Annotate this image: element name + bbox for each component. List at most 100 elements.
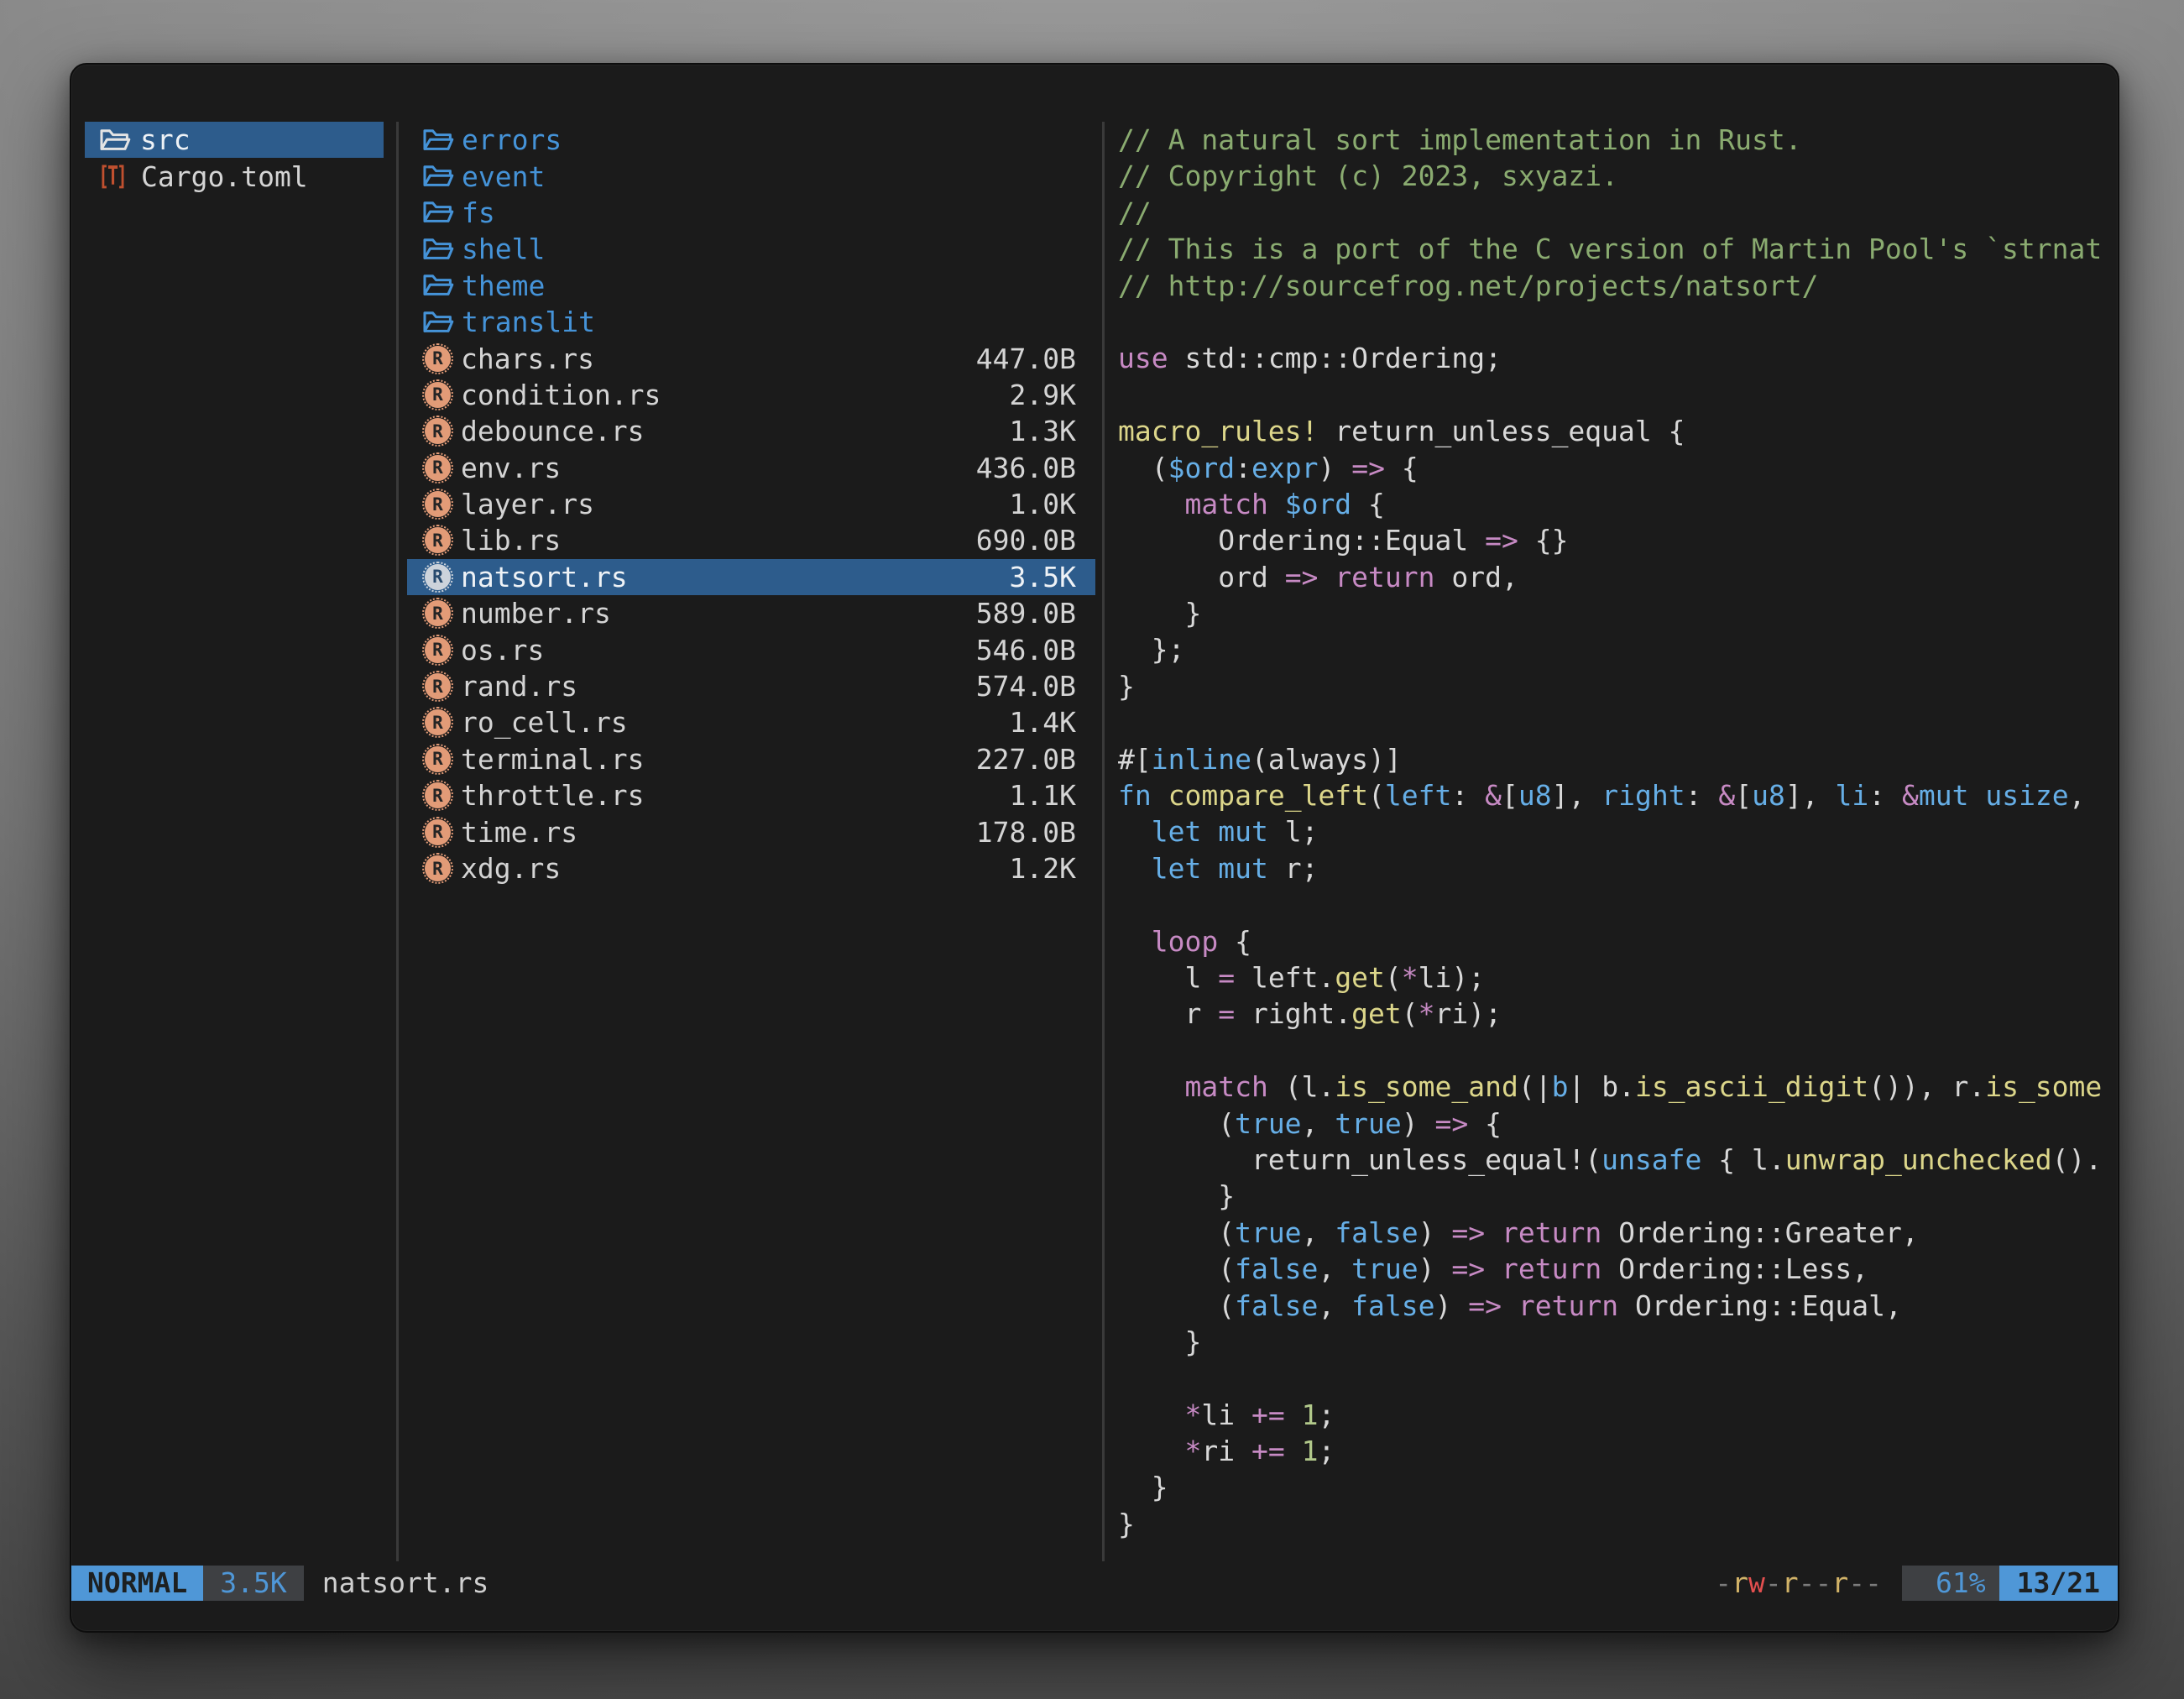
folder-open-icon [421, 163, 455, 190]
code-line: // A natural sort implementation in Rust… [1118, 122, 2177, 158]
code-line: let mut l; [1118, 813, 2177, 850]
file-size: 1.1K [1010, 779, 1076, 812]
permissions: -rw-r--r-- [1715, 1566, 1882, 1601]
file-row-throttle.rs[interactable]: Rthrottle.rs 1.1K [407, 777, 1095, 813]
pane-separator-2 [1102, 122, 1105, 1561]
rust-file-icon: R [425, 782, 451, 808]
toml-file-icon: [T] [98, 161, 123, 191]
item-label: shell [462, 233, 545, 265]
code-line: match $ord { [1118, 486, 2177, 522]
rust-file-icon: R [425, 491, 451, 517]
code-line [1118, 886, 2177, 923]
file-row-terminal.rs[interactable]: Rterminal.rs227.0B [407, 741, 1095, 777]
code-line [1118, 704, 2177, 740]
percent-badge: 61% [1902, 1566, 1999, 1601]
rust-file-icon: R [425, 600, 451, 626]
code-line: } [1118, 668, 2177, 704]
rust-file-icon: R [425, 346, 451, 372]
file-size: 3.5K [1010, 561, 1076, 593]
code-line: l = left.get(*li); [1118, 959, 2177, 996]
dir-row-shell[interactable]: shell [407, 231, 1095, 267]
item-label: theme [462, 269, 545, 302]
dir-row-theme[interactable]: theme [407, 268, 1095, 304]
dir-row-errors[interactable]: errors [407, 122, 1095, 158]
item-label: Cargo.toml [141, 160, 308, 193]
file-row-rand.rs[interactable]: Rrand.rs574.0B [407, 668, 1095, 704]
mode-badge: NORMAL [71, 1566, 203, 1601]
parent-item-src[interactable]: src [85, 122, 384, 158]
file-size: 178.0B [976, 816, 1076, 849]
item-label: xdg.rs [461, 852, 561, 885]
item-label: layer.rs [461, 488, 594, 520]
file-row-number.rs[interactable]: Rnumber.rs589.0B [407, 595, 1095, 631]
file-size: 1.0K [1010, 488, 1076, 520]
file-row-os.rs[interactable]: Ros.rs546.0B [407, 631, 1095, 667]
code-line: // [1118, 195, 2177, 231]
file-row-lib.rs[interactable]: Rlib.rs690.0B [407, 522, 1095, 558]
statusbar-spacer [489, 1566, 1715, 1601]
rust-file-icon: R [425, 819, 451, 845]
code-line: let mut r; [1118, 850, 2177, 886]
size-badge: 3.5K [203, 1566, 303, 1601]
item-label: fs [462, 196, 495, 229]
item-label: src [140, 123, 191, 156]
item-label: condition.rs [461, 379, 661, 411]
item-label: rand.rs [461, 670, 577, 703]
folder-open-icon [421, 309, 455, 336]
dir-row-fs[interactable]: fs [407, 195, 1095, 231]
pane-separator-1 [396, 122, 399, 1561]
file-row-layer.rs[interactable]: Rlayer.rs 1.0K [407, 486, 1095, 522]
code-line: use std::cmp::Ordering; [1118, 340, 2177, 376]
file-size: 589.0B [976, 597, 1076, 630]
code-line: *li += 1; [1118, 1397, 2177, 1433]
code-line: return_unless_equal!(unsafe { l.unwrap_u… [1118, 1142, 2177, 1178]
folder-open-icon [421, 199, 455, 226]
folder-open-icon [421, 272, 455, 299]
position-badge: 13/21 [1999, 1566, 2118, 1601]
rust-file-icon: R [425, 746, 451, 772]
file-row-ro_cell.rs[interactable]: Rro_cell.rs1.4K [407, 704, 1095, 740]
current-pane: errors event fs shell theme translitRcha… [407, 122, 1095, 886]
item-label: natsort.rs [461, 561, 628, 593]
rust-file-icon: R [425, 418, 451, 444]
rust-file-icon: R [425, 527, 451, 553]
item-label: ro_cell.rs [461, 706, 628, 739]
file-size: 546.0B [976, 634, 1076, 667]
code-line: } [1118, 1178, 2177, 1214]
rust-file-icon: R [425, 855, 451, 881]
code-line [1118, 304, 2177, 340]
dir-row-translit[interactable]: translit [407, 304, 1095, 340]
file-row-xdg.rs[interactable]: Rxdg.rs 1.2K [407, 850, 1095, 886]
file-row-env.rs[interactable]: Renv.rs436.0B [407, 450, 1095, 486]
code-line: (true, false) => return Ordering::Greate… [1118, 1215, 2177, 1251]
parent-pane: src [T] Cargo.toml [85, 122, 384, 195]
file-size: 227.0B [976, 743, 1076, 776]
preview-pane: // A natural sort implementation in Rust… [1118, 122, 2177, 1562]
file-size: 436.0B [976, 452, 1076, 484]
dir-row-event[interactable]: event [407, 158, 1095, 194]
parent-item-Cargo.toml[interactable]: [T] Cargo.toml [85, 158, 384, 194]
file-size: 1.3K [1010, 415, 1076, 447]
code-line: } [1118, 1469, 2177, 1505]
code-line: #[inline(always)] [1118, 741, 2177, 777]
code-line: Ordering::Equal => {} [1118, 522, 2177, 558]
code-line: fn compare_left(left: &[u8], right: &[u8… [1118, 777, 2177, 813]
code-line: (false, false) => return Ordering::Equal… [1118, 1288, 2177, 1324]
folder-open-icon [421, 236, 455, 263]
rust-file-icon: R [425, 673, 451, 699]
code-line: // http://sourcefrog.net/projects/natsor… [1118, 268, 2177, 304]
file-row-condition.rs[interactable]: Rcondition.rs2.9K [407, 377, 1095, 413]
folder-open-icon [421, 127, 455, 154]
code-line: (false, true) => return Ordering::Less, [1118, 1251, 2177, 1287]
code-line: } [1118, 1506, 2177, 1542]
file-row-debounce.rs[interactable]: Rdebounce.rs1.3K [407, 413, 1095, 449]
file-row-chars.rs[interactable]: Rchars.rs447.0B [407, 340, 1095, 376]
file-row-natsort.rs[interactable]: Rnatsort.rs3.5K [407, 559, 1095, 595]
item-label: throttle.rs [461, 779, 645, 812]
file-row-time.rs[interactable]: Rtime.rs178.0B [407, 813, 1095, 850]
yazi-window: src [T] Cargo.toml errors event fs shell t… [70, 63, 2119, 1633]
status-filename: natsort.rs [322, 1566, 489, 1601]
file-size: 1.2K [1010, 852, 1076, 885]
code-line: }; [1118, 631, 2177, 667]
status-bar: NORMAL 3.5K natsort.rs -rw-r--r-- 61% 13… [71, 1566, 2118, 1601]
